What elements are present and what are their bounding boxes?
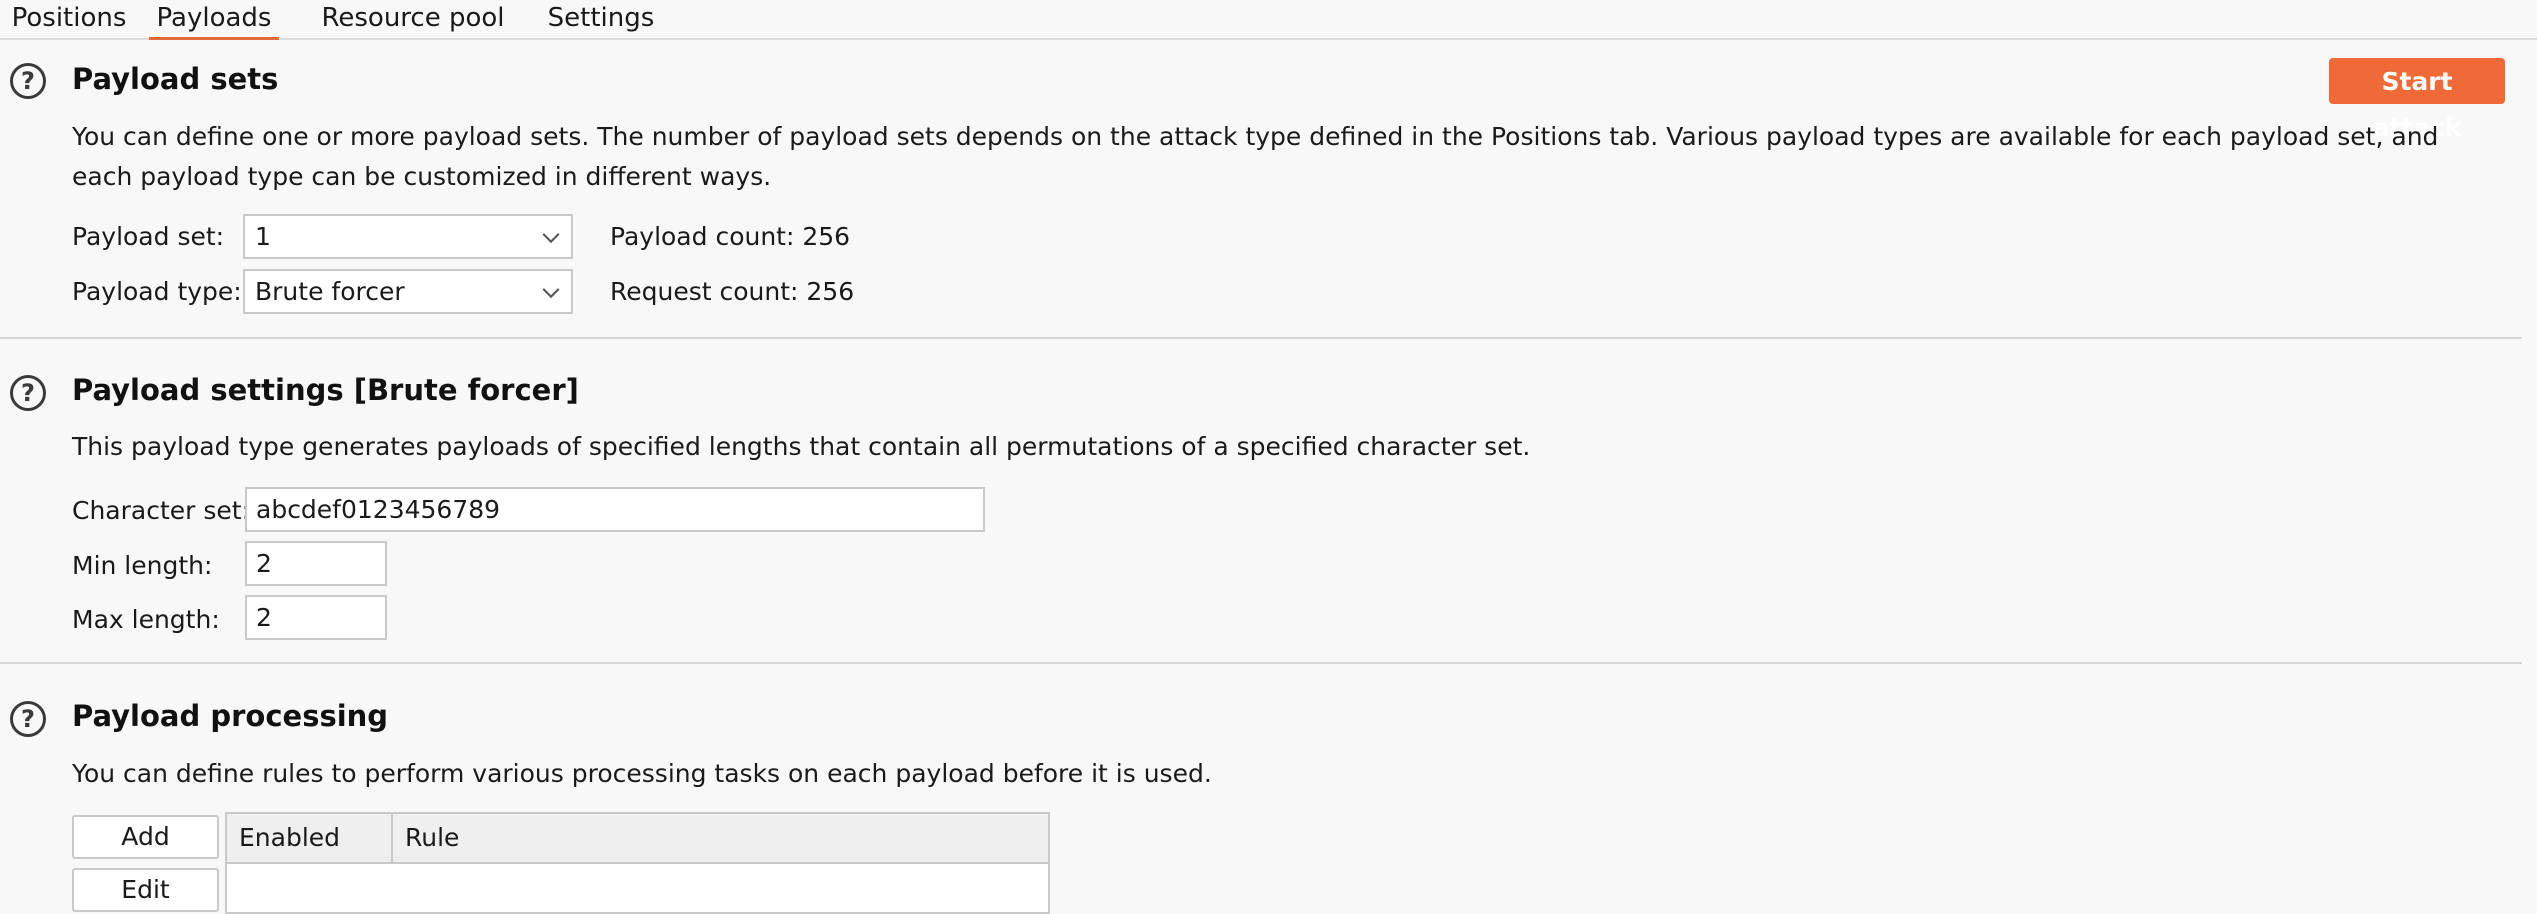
tab-positions[interactable]: Positions [8, 0, 130, 38]
min-length-input[interactable] [245, 541, 387, 586]
start-attack-button[interactable]: Start attack [2329, 58, 2505, 142]
processing-rules-table[interactable]: Enabled Rule [225, 812, 1050, 914]
payload-settings-description: This payload type generates payloads of … [72, 432, 1531, 461]
min-length-label: Min length: [72, 551, 213, 580]
character-set-input[interactable] [245, 487, 985, 532]
section-title-payload-settings: Payload settings [Brute forcer] [72, 373, 579, 407]
max-length-label: Max length: [72, 605, 220, 634]
help-circle-icon[interactable]: ? [10, 375, 46, 411]
section-title-payload-sets: Payload sets [72, 62, 279, 96]
tab-resource-pool[interactable]: Resource pool [318, 0, 508, 38]
payload-type-value: Brute forcer [255, 277, 405, 306]
character-set-label: Character set: [72, 496, 251, 525]
payload-processing-description: You can define rules to perform various … [72, 759, 1212, 788]
column-header-rule[interactable]: Rule [393, 814, 1043, 862]
payload-count-label: Payload count: 256 [610, 222, 851, 251]
help-circle-icon[interactable]: ? [10, 701, 46, 737]
payload-sets-description: You can define one or more payload sets.… [72, 122, 2439, 191]
add-rule-button[interactable]: Add [72, 815, 219, 859]
payload-count-value: 256 [802, 222, 851, 251]
column-header-enabled[interactable]: Enabled [227, 814, 393, 862]
help-circle-icon[interactable]: ? [10, 63, 46, 99]
payload-type-select[interactable]: Brute forcer [243, 269, 573, 314]
payload-set-select[interactable]: 1 [243, 214, 573, 259]
payload-type-label: Payload type: [72, 277, 242, 306]
tab-bar: Positions Payloads Resource pool Setting… [0, 0, 2537, 40]
section-title-payload-processing: Payload processing [72, 699, 389, 733]
tab-payloads[interactable]: Payloads [149, 0, 279, 40]
section-divider [0, 662, 2522, 664]
payload-set-label: Payload set: [72, 222, 225, 251]
chevron-down-icon [542, 225, 560, 243]
max-length-input[interactable] [245, 595, 387, 640]
tab-settings[interactable]: Settings [546, 0, 656, 38]
rules-table-header: Enabled Rule [227, 814, 1048, 864]
payload-set-value: 1 [255, 222, 271, 251]
request-count-value: 256 [806, 277, 855, 306]
edit-rule-button[interactable]: Edit [72, 868, 219, 912]
section-divider [0, 337, 2522, 339]
request-count-label: Request count: 256 [610, 277, 855, 306]
chevron-down-icon [542, 280, 560, 298]
